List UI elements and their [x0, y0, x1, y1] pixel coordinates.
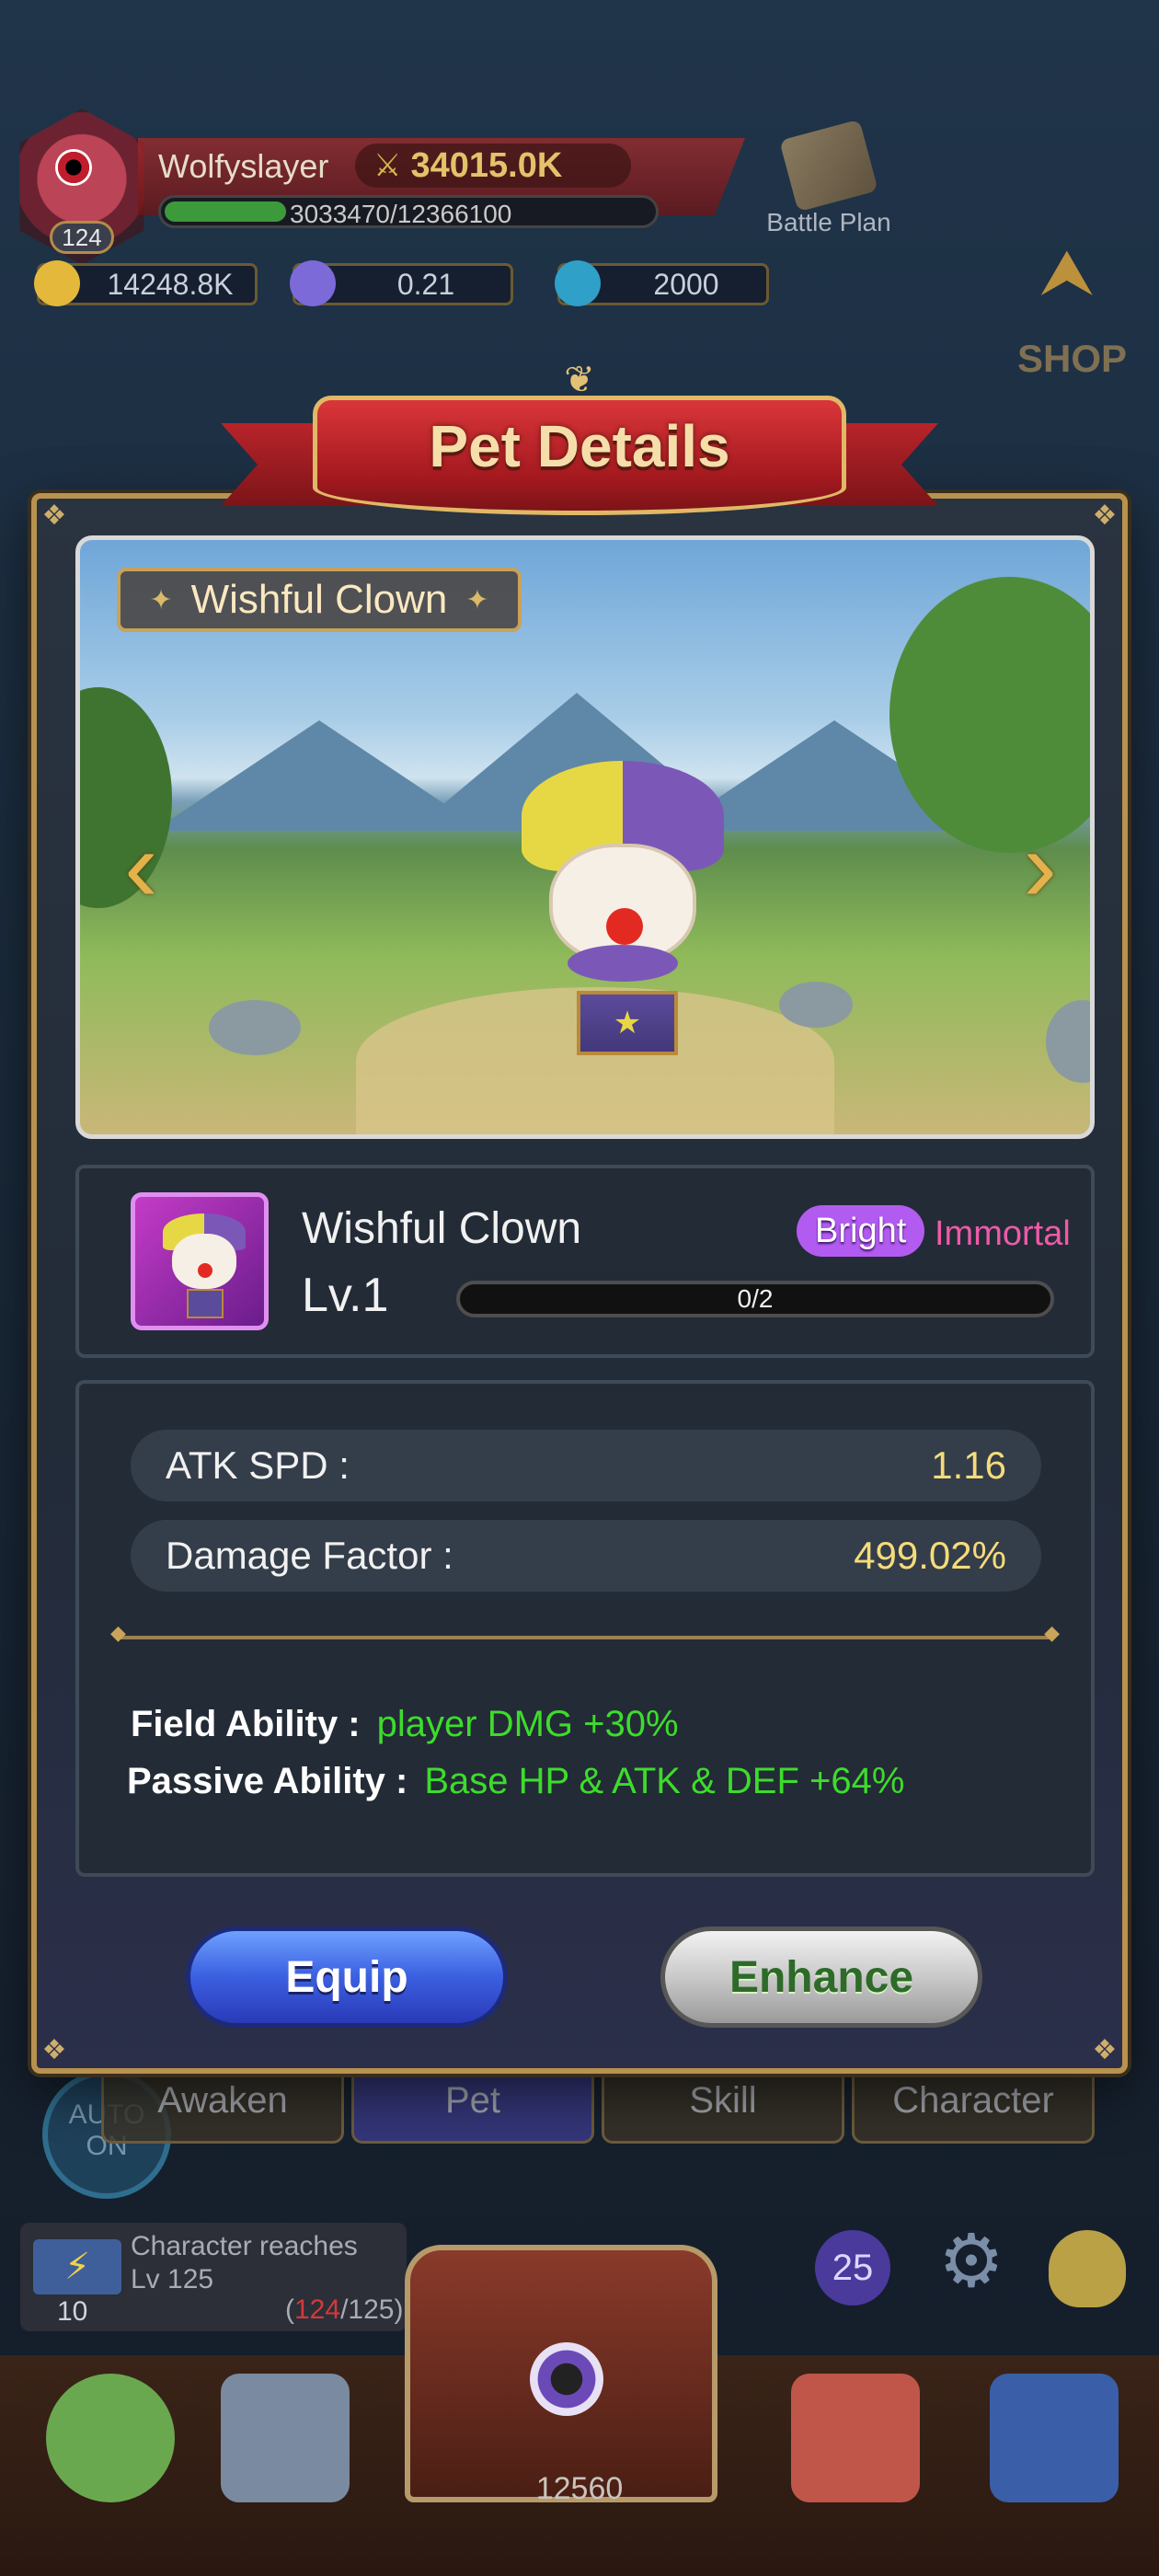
- enhance-button[interactable]: Enhance: [660, 1926, 982, 2028]
- quest-line-2: Lv 125: [131, 2264, 214, 2294]
- pet-name: Wishful Clown: [302, 1204, 582, 1253]
- gold-coin-icon: [34, 260, 80, 306]
- lightning-icon: ⚡: [33, 2239, 121, 2294]
- field-ability: Field Ability : player DMG +30%: [131, 1704, 679, 1745]
- scroll-icon: [779, 119, 878, 213]
- pet-tag-label: Wishful Clown: [190, 577, 448, 622]
- pet-stats-panel: ATK SPD : 1.16 Damage Factor : 499.02% F…: [75, 1380, 1095, 1877]
- pet-name-tag: ✦ Wishful Clown ✦: [117, 568, 522, 632]
- pet-info-panel: Wishful Clown Lv.1 Bright Immortal 0/2: [75, 1165, 1095, 1358]
- divider: [110, 1621, 1060, 1645]
- exp-bar: 3033470/12366100: [158, 195, 659, 228]
- stat-value: 499.02%: [854, 1534, 1006, 1577]
- eye-icon: [55, 149, 92, 186]
- stat-row-atk-spd: ATK SPD : 1.16: [131, 1430, 1041, 1501]
- equip-button[interactable]: Equip: [186, 1926, 508, 2028]
- pet-level: Lv.1: [302, 1269, 389, 1322]
- battle-plan-label: Battle Plan: [766, 208, 891, 236]
- pet-details-modal: ❖ ❖ ❖ ❖ ✦ Wishful Clown ✦ ‹ › ★ Wishful …: [31, 493, 1128, 2074]
- stat-row-damage-factor: Damage Factor : 499.02%: [131, 1520, 1041, 1592]
- guild-banner-icon[interactable]: [990, 2374, 1119, 2502]
- previous-pet-arrow-icon[interactable]: ‹: [124, 816, 179, 917]
- jack-in-the-box: ★: [577, 991, 678, 1055]
- corner-ornament-icon: ❖: [1092, 500, 1118, 531]
- corner-ornament-icon: ❖: [41, 2035, 67, 2065]
- corner-ornament-icon: ❖: [41, 500, 67, 531]
- up-arrow-icon[interactable]: ⮝: [1039, 236, 1095, 311]
- shop-button[interactable]: SHOP: [1017, 337, 1127, 381]
- corner-ornament-icon: ❖: [1092, 2035, 1118, 2065]
- pet-thumbnail[interactable]: [131, 1192, 269, 1330]
- gem-icon: [555, 260, 601, 306]
- pet-sprite: ★: [503, 761, 742, 1064]
- rock: [779, 982, 853, 1028]
- star-icon: ✦: [149, 584, 173, 615]
- currency-value: 14248.8K: [107, 267, 234, 301]
- crest-ornament-icon: ❦: [564, 360, 595, 400]
- quest-current: 124: [294, 2294, 341, 2325]
- currency-star[interactable]: 0.21: [290, 260, 513, 306]
- clown-nose: [198, 1263, 212, 1278]
- exp-bar-fill: [165, 201, 286, 222]
- quest-description: Character reaches Lv 125: [131, 2230, 358, 2296]
- modal-title-ribbon: ❦ Pet Details: [221, 359, 938, 534]
- quest-line-1: Character reaches: [131, 2231, 358, 2261]
- quest-tracker[interactable]: ⚡ 10 Character reaches Lv 125 (124/125): [20, 2223, 407, 2331]
- combat-power-value: 34015.0K: [410, 145, 563, 185]
- chest-eye-icon: [530, 2342, 603, 2416]
- crossed-swords-icon: ⚔: [373, 148, 402, 183]
- level-progress-bar: 0/2: [456, 1281, 1054, 1317]
- grade-label: Immortal: [935, 1214, 1071, 1253]
- stat-value: 1.16: [931, 1443, 1006, 1487]
- next-pet-arrow-icon[interactable]: ›: [1002, 816, 1057, 917]
- treasure-chest[interactable]: [405, 2245, 717, 2502]
- currency-value: 2000: [653, 267, 719, 301]
- rock: [1046, 1000, 1090, 1083]
- field-ability-value: player DMG +30%: [376, 1704, 679, 1744]
- currency-value: 0.21: [396, 267, 455, 301]
- rarity-label: Bright: [815, 1212, 907, 1250]
- rarity-badge: Bright: [797, 1205, 925, 1257]
- passive-ability: Passive Ability : Base HP & ATK & DEF +64…: [127, 1761, 904, 1802]
- top-hud: 124 Wolfyslayer ⚔ 34015.0K 3033470/12366…: [0, 92, 1159, 331]
- star-shard-icon: [290, 260, 336, 306]
- star-icon: ✦: [465, 584, 489, 615]
- pet-preview-scene: ✦ Wishful Clown ✦ ‹ › ★: [75, 535, 1095, 1139]
- currency-gold[interactable]: 14248.8K: [34, 260, 258, 306]
- modal-title: Pet Details: [429, 413, 730, 479]
- level-progress-text: 0/2: [737, 1284, 774, 1313]
- castle-icon[interactable]: [791, 2374, 920, 2502]
- jack-in-the-box: [187, 1289, 224, 1318]
- gear-icon[interactable]: ⚙: [935, 2225, 1008, 2298]
- quest-open: (: [285, 2294, 294, 2325]
- slime-upgrade-icon[interactable]: [1049, 2230, 1126, 2307]
- quest-progress: (124/125): [285, 2294, 403, 2326]
- battle-plan-button[interactable]: Battle Plan: [760, 119, 898, 237]
- stat-label: ATK SPD :: [166, 1443, 350, 1487]
- notification-badge[interactable]: 25: [815, 2230, 890, 2306]
- combat-power: ⚔ 34015.0K: [355, 144, 631, 188]
- player-name: Wolfyslayer: [158, 147, 329, 185]
- currency-gem[interactable]: 2000: [555, 260, 769, 306]
- quest-number: 10: [57, 2296, 88, 2327]
- passive-ability-value: Base HP & ATK & DEF +64%: [424, 1761, 905, 1801]
- field-ability-label: Field Ability :: [131, 1704, 361, 1744]
- stat-label: Damage Factor :: [166, 1534, 453, 1577]
- rock: [209, 1000, 301, 1055]
- exp-text: 3033470/12366100: [290, 200, 512, 228]
- chest-count: 12560: [535, 2471, 624, 2506]
- player-level-badge: 124: [50, 221, 114, 254]
- clown-nose: [606, 908, 643, 945]
- passive-ability-label: Passive Ability :: [127, 1761, 408, 1801]
- quest-target: /125): [340, 2294, 404, 2325]
- clown-collar: [568, 945, 678, 982]
- clown-face: [172, 1234, 236, 1289]
